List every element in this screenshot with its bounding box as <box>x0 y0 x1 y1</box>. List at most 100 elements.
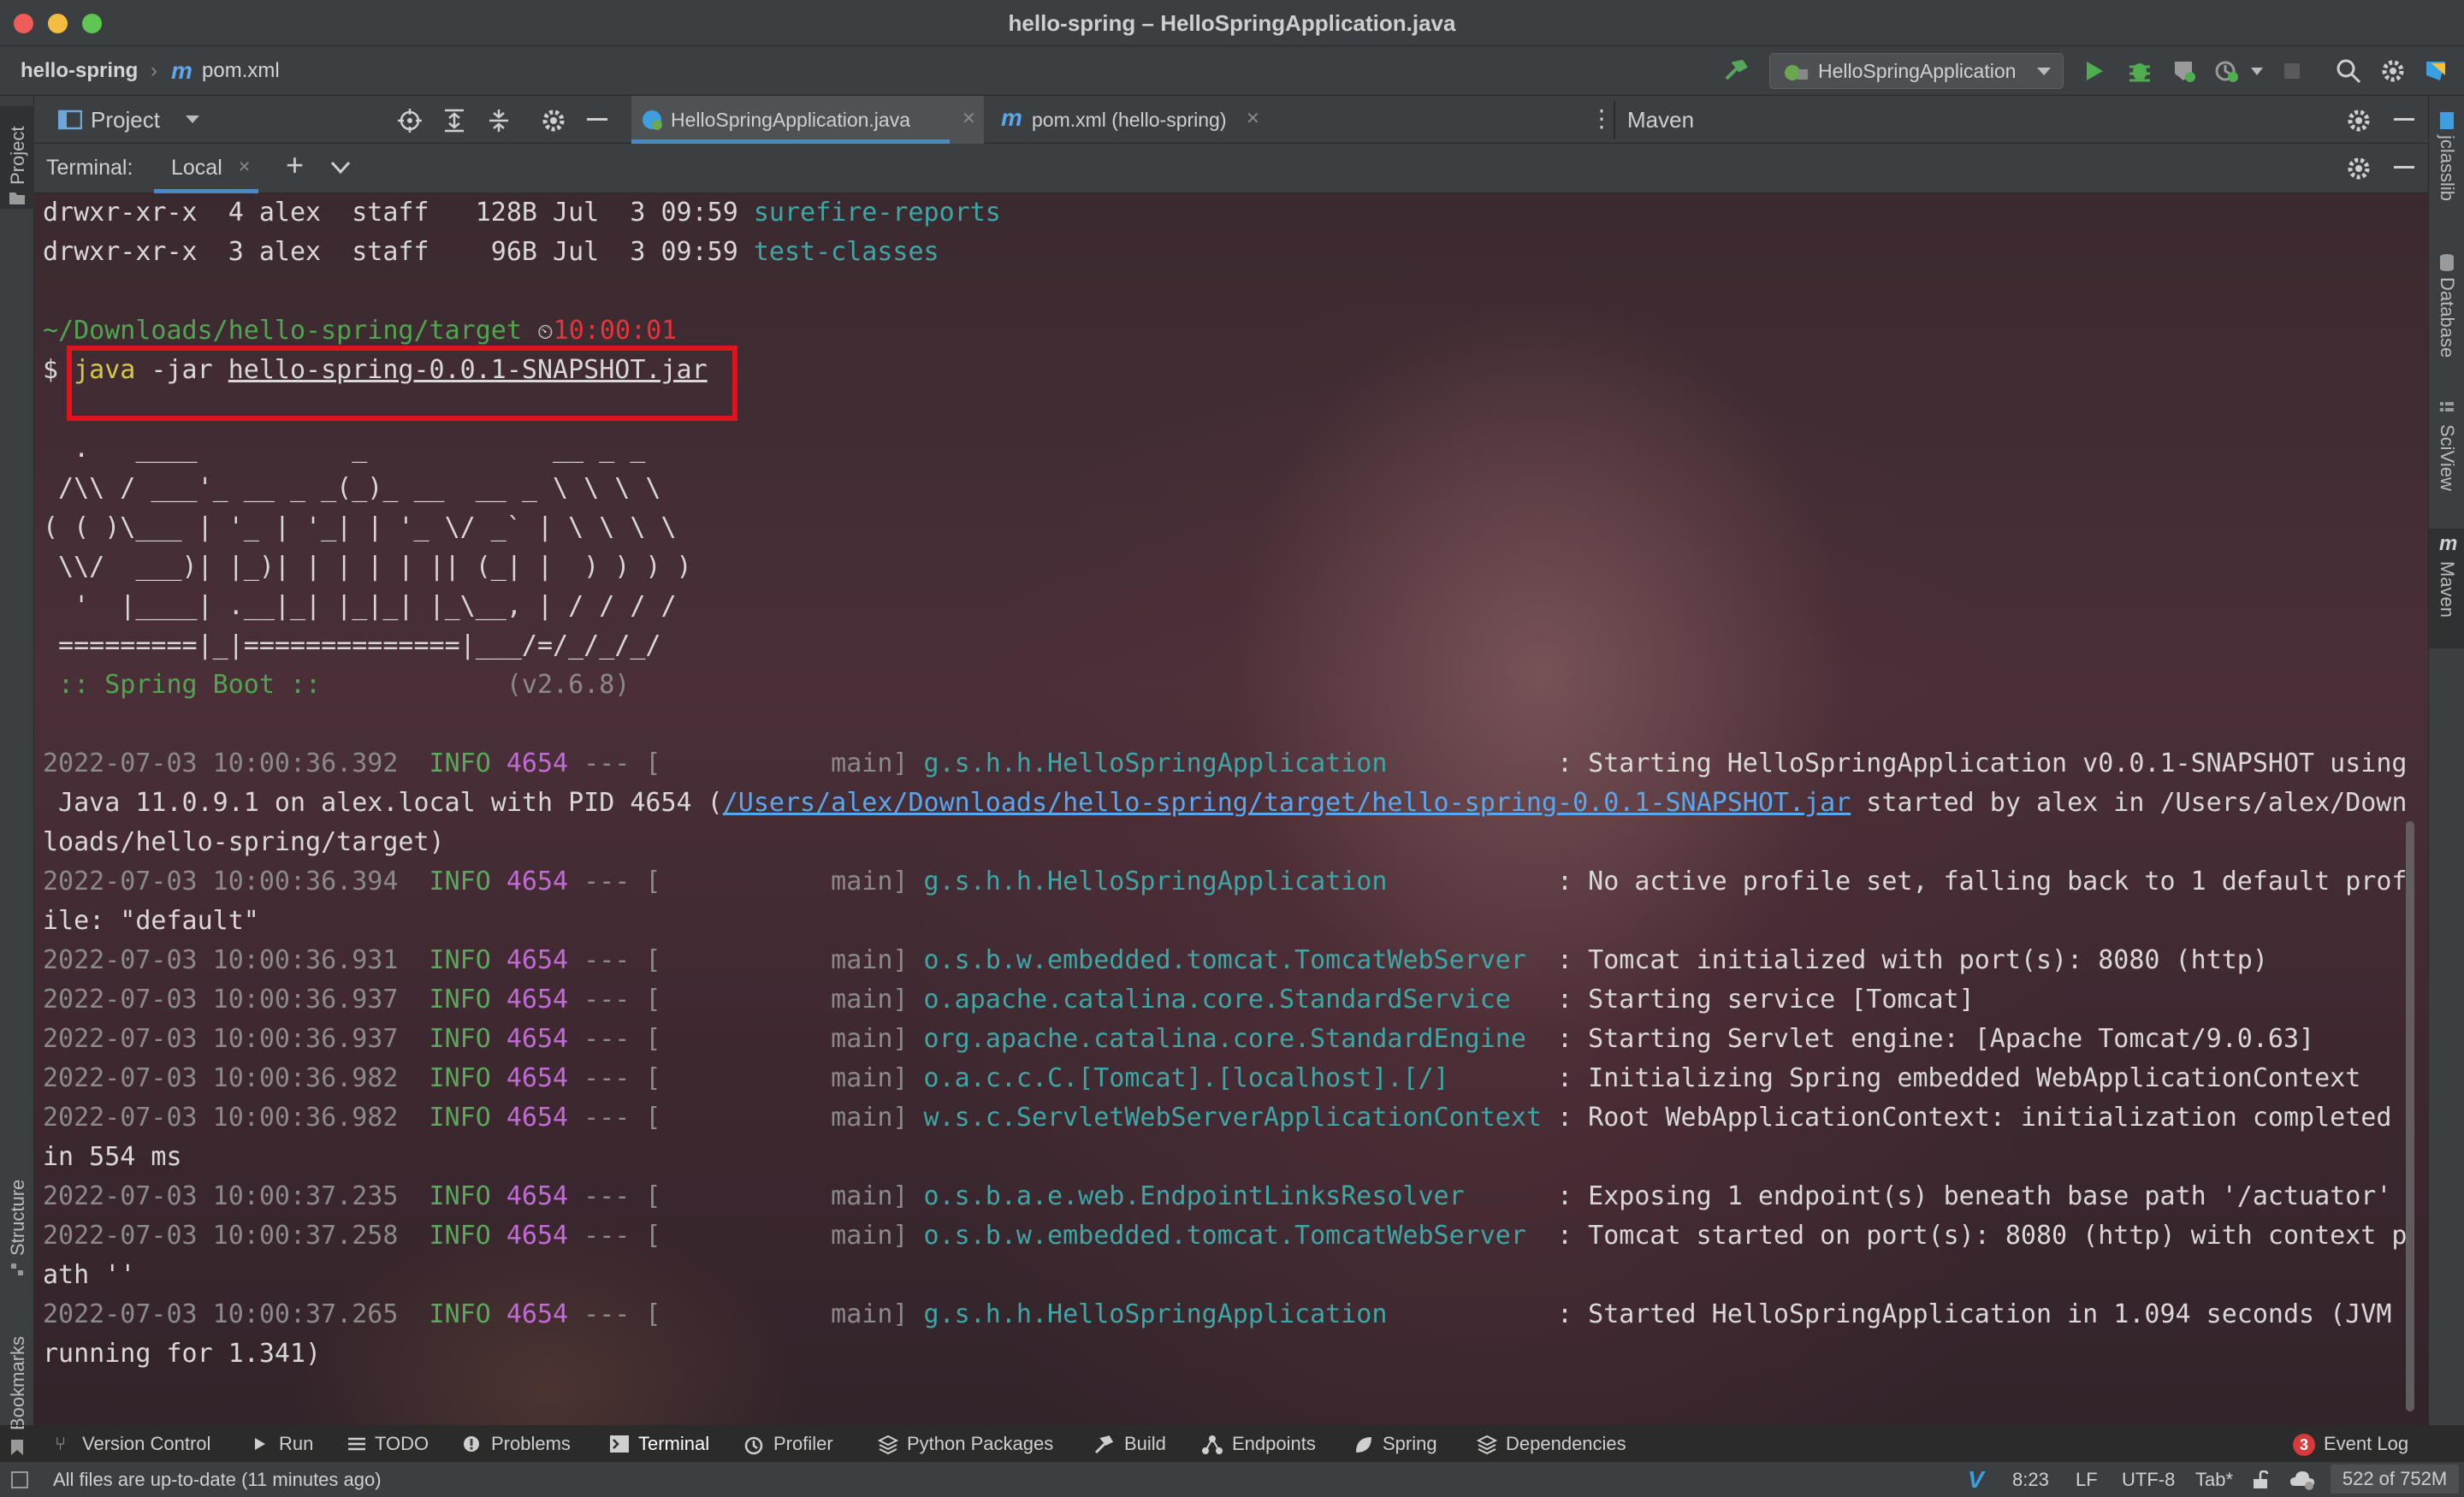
locate-target-icon[interactable] <box>397 108 423 133</box>
structure-icon <box>11 1263 23 1275</box>
caret-position[interactable]: 8:23 <box>2012 1462 2049 1497</box>
cloud-sync-icon[interactable] <box>2289 1469 2315 1491</box>
status-bar: All files are up-to-date (11 minutes ago… <box>0 1461 2464 1497</box>
jclasslib-tool-tab[interactable]: jclasslib <box>2429 111 2464 240</box>
log-line: 2022-07-03 10:00:37.265 INFO 4654 --- [ … <box>43 1299 2392 1329</box>
log-line: 2022-07-03 10:00:37.235 INFO 4654 --- [ … <box>43 1181 2392 1211</box>
hide-maven-panel-icon[interactable] <box>2394 118 2414 123</box>
tool-terminal[interactable]: Terminal <box>638 1426 709 1462</box>
event-log-count-badge: 3 <box>2293 1434 2315 1456</box>
title-bar: hello-spring – HelloSpringApplication.ja… <box>0 0 2464 46</box>
status-message: All files are up-to-date (11 minutes ago… <box>53 1469 382 1490</box>
tool-run[interactable]: Run <box>279 1426 313 1462</box>
editor-tab-hellospringapplication[interactable]: HelloSpringApplication.java ✕ <box>631 96 984 144</box>
editor-tab-pom[interactable]: m pom.xml (hello-spring) ✕ <box>989 96 1271 144</box>
tool-build[interactable]: Build <box>1124 1426 1166 1462</box>
tool-endpoints[interactable]: Endpoints <box>1232 1426 1316 1462</box>
maven-settings-gear-icon[interactable] <box>2346 108 2372 133</box>
banner-line: /\\ / ___'_ __ _ _(_)_ __ __ _ \ \ \ \ <box>43 473 661 503</box>
jetbrains-logo-icon[interactable] <box>2423 58 2449 84</box>
vim-plugin-icon[interactable]: V <box>1968 1462 1984 1497</box>
bookmarks-tool-label: Bookmarks <box>7 1335 28 1430</box>
bottom-tool-bar: ⑂ Version Control Run TODO Problems Term… <box>0 1425 2464 1461</box>
chevron-down-icon <box>2037 68 2051 75</box>
jclasslib-tool-label: jclasslib <box>2437 135 2458 202</box>
close-tab-icon[interactable]: ✕ <box>962 108 976 129</box>
breadcrumb-project[interactable]: hello-spring <box>21 46 138 96</box>
tool-profiler[interactable]: Profiler <box>773 1426 833 1462</box>
file-encoding[interactable]: UTF-8 <box>2122 1462 2175 1497</box>
banner-line: \\/ ___)| |_)| | | | | || (_| | ) ) ) ) <box>43 552 692 582</box>
banner-line: . ____ _ __ _ _ <box>43 434 646 464</box>
terminal-scrollbar[interactable] <box>2406 821 2414 1411</box>
banner-line: ( ( )\___ | '_ | '_| | '_ \/ _` | \ \ \ … <box>43 512 677 542</box>
log-line: 2022-07-03 10:00:36.982 INFO 4654 --- [ … <box>43 1063 2361 1093</box>
coverage-icon[interactable] <box>2171 58 2197 84</box>
ls-line: drwxr-xr-x 3 alex staff 96B Jul 3 09:59 … <box>43 237 939 267</box>
log-continuation: Java 11.0.9.1 on alex.local with PID 465… <box>43 788 2408 818</box>
editor-tab-label: HelloSpringApplication.java <box>671 109 910 131</box>
maven-file-icon: m <box>1001 104 1022 131</box>
maven-icon: m <box>2439 532 2458 555</box>
panel-settings-gear-icon[interactable] <box>541 108 566 133</box>
jclasslib-icon <box>2440 112 2454 129</box>
maven-file-icon: m <box>171 57 192 84</box>
breadcrumb-separator-icon: › <box>151 59 157 82</box>
profile-icon[interactable] <box>2214 58 2240 84</box>
run-configuration-selector[interactable]: HelloSpringApplication <box>1769 53 2064 89</box>
structure-tool-label: Structure <box>7 1179 28 1256</box>
toggle-tool-windows-icon[interactable] <box>10 1470 29 1489</box>
stop-icon[interactable] <box>2283 62 2301 80</box>
project-tool-tab[interactable]: Project <box>0 106 34 209</box>
tool-event-log[interactable]: Event Log <box>2324 1426 2408 1462</box>
database-tool-tab[interactable]: Database <box>2429 253 2464 382</box>
todo-list-icon <box>348 1437 365 1451</box>
tool-version-control[interactable]: Version Control <box>82 1426 210 1462</box>
maven-tool-tab[interactable]: m Maven <box>2429 529 2464 648</box>
terminal-settings-gear-icon[interactable] <box>2346 156 2372 181</box>
spring-boot-version-line: :: Spring Boot :: (v2.6.8) <box>43 670 631 700</box>
run-tool-icon <box>255 1438 265 1450</box>
expand-all-icon[interactable] <box>441 108 467 133</box>
python-packages-icon <box>878 1435 898 1455</box>
collapse-all-icon[interactable] <box>486 108 512 133</box>
hide-terminal-icon[interactable] <box>2394 166 2414 171</box>
jar-path-link[interactable]: /Users/alex/Downloads/hello-spring/targe… <box>723 788 1851 818</box>
terminal-tab-local[interactable]: Local <box>171 144 222 192</box>
editor-tab-label: pom.xml (hello-spring) <box>1032 109 1227 131</box>
right-tool-strip: jclasslib Database SciView m Maven <box>2428 96 2464 1425</box>
more-run-options-icon[interactable] <box>2250 67 2264 77</box>
tool-python-packages[interactable]: Python Packages <box>907 1426 1053 1462</box>
terminal-header: Terminal: Local ✕ + <box>34 144 2428 193</box>
more-tabs-icon[interactable]: ⋮ <box>1590 104 1614 133</box>
project-panel-label[interactable]: Project <box>91 96 160 144</box>
log-line: 2022-07-03 10:00:36.982 INFO 4654 --- [ … <box>43 1103 2392 1133</box>
hide-panel-icon[interactable] <box>587 118 607 123</box>
indent-setting[interactable]: Tab* <box>2195 1462 2233 1497</box>
search-icon[interactable] <box>2336 58 2361 84</box>
terminal-tool-icon <box>610 1435 629 1453</box>
build-tool-icon <box>1094 1435 1114 1454</box>
tool-todo[interactable]: TODO <box>375 1426 429 1462</box>
project-dropdown-chevron-icon[interactable] <box>185 115 200 125</box>
log-continuation: ath '' <box>43 1260 136 1290</box>
lock-icon[interactable] <box>2252 1470 2269 1489</box>
tool-spring[interactable]: Spring <box>1383 1426 1437 1462</box>
tool-problems[interactable]: Problems <box>491 1426 571 1462</box>
terminal-options-chevron-icon[interactable] <box>330 161 351 175</box>
settings-gear-icon[interactable] <box>2380 58 2406 84</box>
run-icon[interactable] <box>2084 60 2105 82</box>
maven-panel-label[interactable]: Maven <box>1627 96 1694 144</box>
sciview-tool-tab[interactable]: SciView <box>2429 400 2464 520</box>
line-separator[interactable]: LF <box>2076 1462 2098 1497</box>
tool-dependencies[interactable]: Dependencies <box>1506 1426 1626 1462</box>
close-terminal-tab-icon[interactable]: ✕ <box>238 158 251 176</box>
log-line: 2022-07-03 10:00:36.931 INFO 4654 --- [ … <box>43 945 2268 975</box>
debug-icon[interactable] <box>2127 58 2153 84</box>
breadcrumb-file[interactable]: pom.xml <box>202 46 280 96</box>
close-tab-icon[interactable]: ✕ <box>1246 108 1260 129</box>
build-hammer-icon[interactable] <box>1723 58 1749 84</box>
log-line: 2022-07-03 10:00:36.937 INFO 4654 --- [ … <box>43 985 1975 1015</box>
new-terminal-plus-icon[interactable]: + <box>286 147 304 183</box>
memory-indicator[interactable]: 522 of 752M <box>2331 1464 2459 1494</box>
